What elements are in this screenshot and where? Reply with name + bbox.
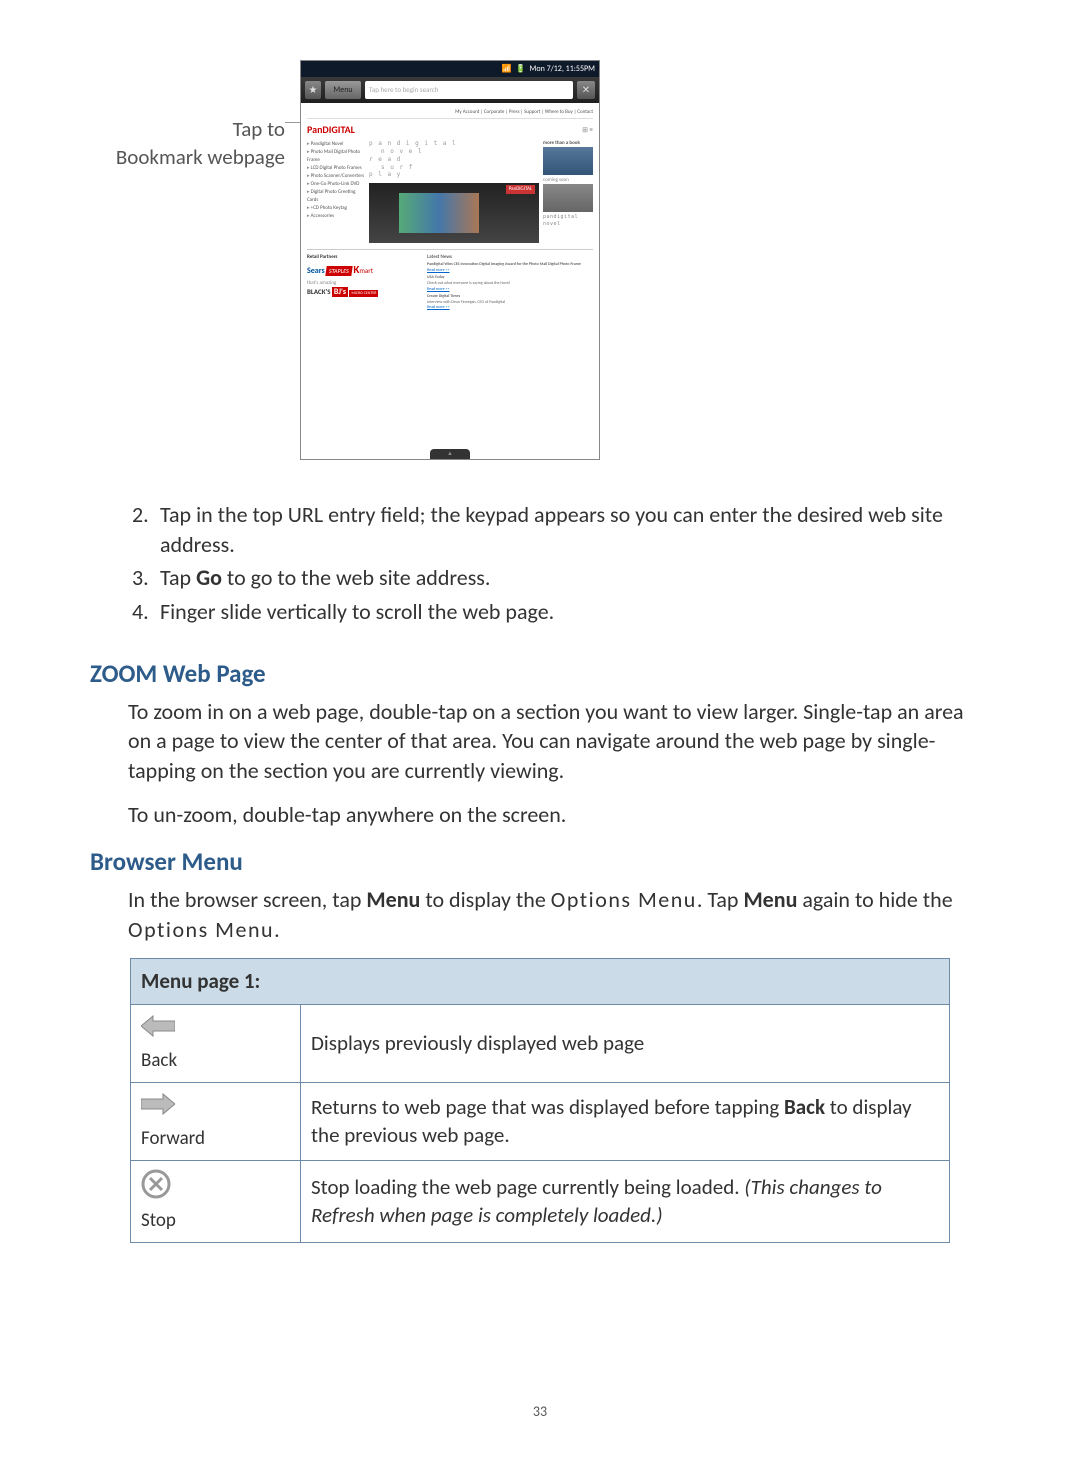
webpage-topnav: My Account | Corporate | Press | Support… [307,109,593,119]
forward-desc: Returns to web page that was displayed b… [301,1082,950,1160]
page-number: 33 [0,1403,1080,1422]
close-button[interactable]: ✕ [577,81,595,99]
status-bar: 📶 🔋 Mon 7/12, 11:55PM [301,61,599,77]
url-input[interactable]: Tap here to begin search [365,81,573,99]
stop-desc: Stop loading the web page currently bein… [301,1160,950,1242]
table-row: Stop Stop loading the web page currently… [131,1160,950,1242]
url-bar: ★ Menu Tap here to begin search ✕ [301,77,599,103]
drawer-handle[interactable] [430,449,470,459]
menu-table: Menu page 1: Back Displays previously di… [130,958,950,1242]
instruction-3: 3. Tap Go to go to the web site address. [132,563,990,593]
figure-area: Tap to Bookmark webpage 📶 🔋 Mon 7/12, 11… [90,60,990,460]
brand-logo: PanDIGITAL [307,123,355,137]
back-icon-cell: Back [131,1004,301,1082]
hero-banner: PanDIGITAL [369,183,539,243]
zoom-para1: To zoom in on a web page, double-tap on … [128,697,990,786]
table-row: Back Displays previously displayed web p… [131,1004,950,1082]
zoom-para2: To un-zoom, double-tap anywhere on the s… [128,800,990,830]
table-row: Forward Returns to web page that was dis… [131,1082,950,1160]
stop-icon-cell: Stop [131,1160,301,1242]
menu-button[interactable]: Menu [325,81,361,99]
browser-menu-para: In the browser screen, tap Menu to displ… [128,885,990,944]
instruction-2: 2. Tap in the top URL entry field; the k… [132,500,990,559]
back-desc: Displays previously displayed web page [301,1004,950,1082]
browser-menu-heading: Browser Menu [90,845,990,879]
callout-line2: Bookmark webpage [90,143,285,171]
instructions-list: 2. Tap in the top URL entry field; the k… [132,500,990,627]
back-arrow-icon [141,1013,175,1031]
status-time: Mon 7/12, 11:55PM [530,64,595,75]
forward-arrow-icon [141,1091,175,1109]
forward-icon-cell: Forward [131,1082,301,1160]
webpage-main: p a n d i g i t a l n o v e l r e a d s … [369,140,539,243]
zoom-heading: ZOOM Web Page [90,657,990,691]
stop-icon [141,1179,171,1205]
retail-partners-row: Retail Partners Sears STAPLES mart that'… [307,249,593,311]
instruction-4: 4. Finger slide vertically to scroll the… [132,597,990,627]
bookmark-star-button[interactable]: ★ [305,81,321,99]
battery-icon: 🔋 [516,64,526,75]
bookmark-callout: Tap to Bookmark webpage [90,60,300,172]
wifi-icon: 📶 [502,64,512,75]
menu-table-header: Menu page 1: [131,959,950,1004]
webpage-side-right: more than a book coming soon pandigital … [543,140,593,243]
webpage-content: My Account | Corporate | Press | Support… [301,103,599,443]
webpage-sidebar: Pandigital Novel Photo Mail Digital Phot… [307,140,365,243]
browser-screenshot: 📶 🔋 Mon 7/12, 11:55PM ★ Menu Tap here to… [300,60,600,460]
callout-line1: Tap to [90,115,285,143]
